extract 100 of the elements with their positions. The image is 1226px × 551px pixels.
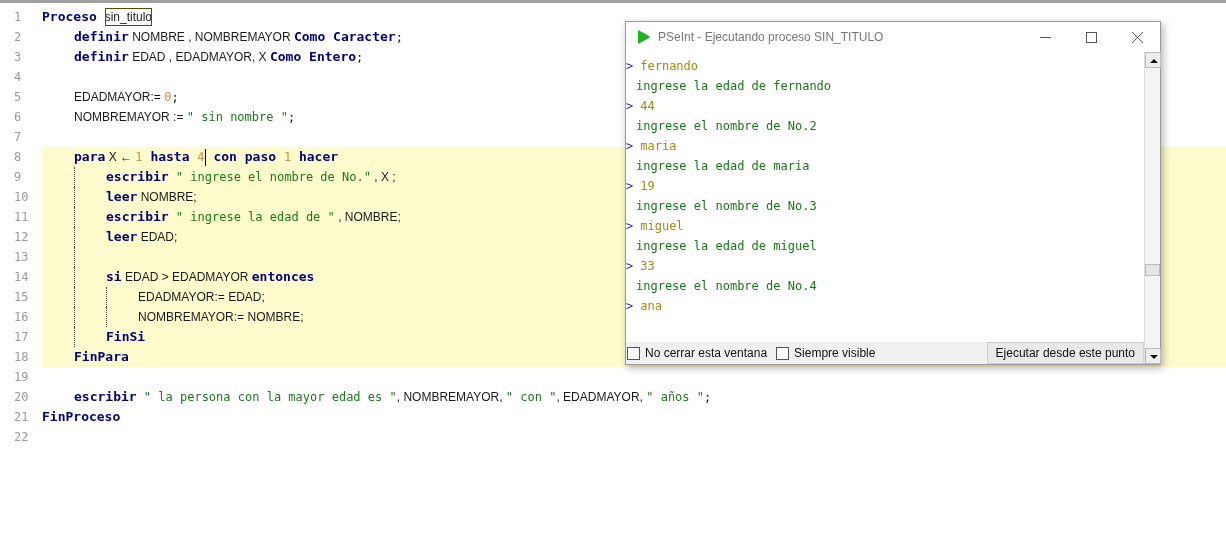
input-text: 44 [640,98,655,115]
line-number: 20 [13,389,30,406]
code-token: Proceso [42,8,98,27]
line-number: 6 [13,109,23,126]
code-token: con paso [212,148,278,167]
option-checkbox[interactable]: No cerrar esta ventana [627,344,768,362]
input-text: 33 [640,258,655,275]
scroll-thumb[interactable] [1145,264,1160,276]
code-token: 4 [197,149,205,166]
maximize-icon [1085,31,1097,43]
prompt-marker: > [626,58,634,75]
code-token: , NOMBRE; [337,209,401,226]
prompt-marker: > [626,138,634,155]
code-token: escribir [106,168,169,187]
code-token: para [74,148,106,167]
code-token: X ← [107,149,133,166]
code-token: " ingrese el nombre de No." [174,169,371,186]
code-token: " la persona con la mayor edad es " [142,389,397,406]
input-text: ana [640,298,662,315]
code-token: " años " [646,389,704,406]
line-number: 2 [13,29,23,46]
line-number: 10 [13,189,30,206]
line-number: 21 [13,409,30,426]
code-token: escribir [74,388,137,407]
line-number: 3 [13,49,23,66]
code-token: Como Entero [269,48,357,67]
line-number: 16 [13,309,30,326]
input-text: miguel [640,218,684,235]
scroll-down-icon[interactable] [1145,348,1161,364]
prompt-marker: > [626,258,634,275]
output-text: ingrese la edad de miguel [636,238,817,255]
code-token: sin_titulo [104,8,152,26]
scroll-up-icon[interactable] [1145,52,1161,68]
code-token: NOMBREMAYOR := [74,109,185,126]
checkbox[interactable] [776,346,790,360]
code-token: FinProceso [42,408,121,427]
code-token: , NOMBREMAYOR, [396,389,504,406]
line-number: 4 [13,69,23,86]
line-number: 18 [13,349,30,366]
code-token: Como Caracter [293,28,396,47]
code-token: hasta [149,148,191,167]
code-token: EDADMAYOR:= [74,89,162,106]
code-token: FinSi [106,328,146,347]
code-token: escribir [106,208,169,227]
code-token: 0 [164,89,172,106]
prompt-marker: > [626,98,634,115]
prompt-marker: > [626,178,634,195]
input-text: 19 [640,178,655,195]
line-number: 12 [13,229,30,246]
line-number: 9 [13,169,23,186]
code-token: " ingrese la edad de " [174,209,335,226]
code-token: ; [356,49,364,66]
line-number: 22 [13,429,30,446]
output-text: ingrese el nombre de No.4 [636,278,817,295]
code-token: definir [74,28,129,47]
code-token: definir [74,48,129,67]
code-token: " sin nombre " [186,109,288,126]
run-from-here-button[interactable]: Ejecutar desde este punto [986,342,1144,364]
output-text: ingrese el nombre de No.2 [636,118,817,135]
line-number: 14 [13,269,30,286]
line-number: 17 [13,329,30,346]
line-number: 5 [13,89,23,106]
text-cursor [204,148,206,166]
code-token: EDAD > EDADMAYOR [124,269,250,286]
window-title: PSeInt - Ejecutando proceso SIN_TITULO [658,29,884,46]
code-token: ; [171,89,179,106]
output-text: ingrese la edad de maria [636,158,810,175]
scrollbar[interactable] [1144,52,1160,364]
code-token: NOMBREMAYOR:= NOMBRE; [138,309,304,326]
code-token: NOMBRE; [139,189,197,206]
code-token: leer [106,228,138,247]
code-token: entonces [251,268,315,287]
code-token: ; [395,29,403,46]
line-number: 11 [13,209,30,226]
prompt-marker: > [626,218,634,235]
code-token: EDAD , EDADMAYOR, X [131,49,268,66]
line-number: 1 [13,9,23,26]
line-number: 19 [13,369,30,386]
output-text: ingrese el nombre de No.3 [636,198,817,215]
code-token: EDAD; [139,229,178,246]
code-token: , EDADMAYOR, [556,389,644,406]
code-token: FinPara [74,348,129,367]
close-icon [1131,31,1143,43]
code-token: ; [704,389,712,406]
code-token: ; [287,109,296,126]
line-number: 8 [13,149,23,166]
line-number: 7 [13,129,23,146]
code-token: 1 [135,149,143,166]
code-token: EDADMAYOR:= EDAD; [138,289,265,306]
option-checkbox[interactable]: Siempre visible [776,344,876,362]
code-token: 1 [283,149,292,166]
checkbox[interactable] [627,346,640,360]
input-text: fernando [640,58,699,75]
code-token: hacer [297,148,339,167]
prompt-marker: > [626,298,634,315]
input-text: maria [640,138,677,155]
code-token: leer [106,188,138,207]
line-number: 13 [13,249,30,266]
code-token: si [106,268,122,287]
minimize-icon [1039,36,1051,38]
